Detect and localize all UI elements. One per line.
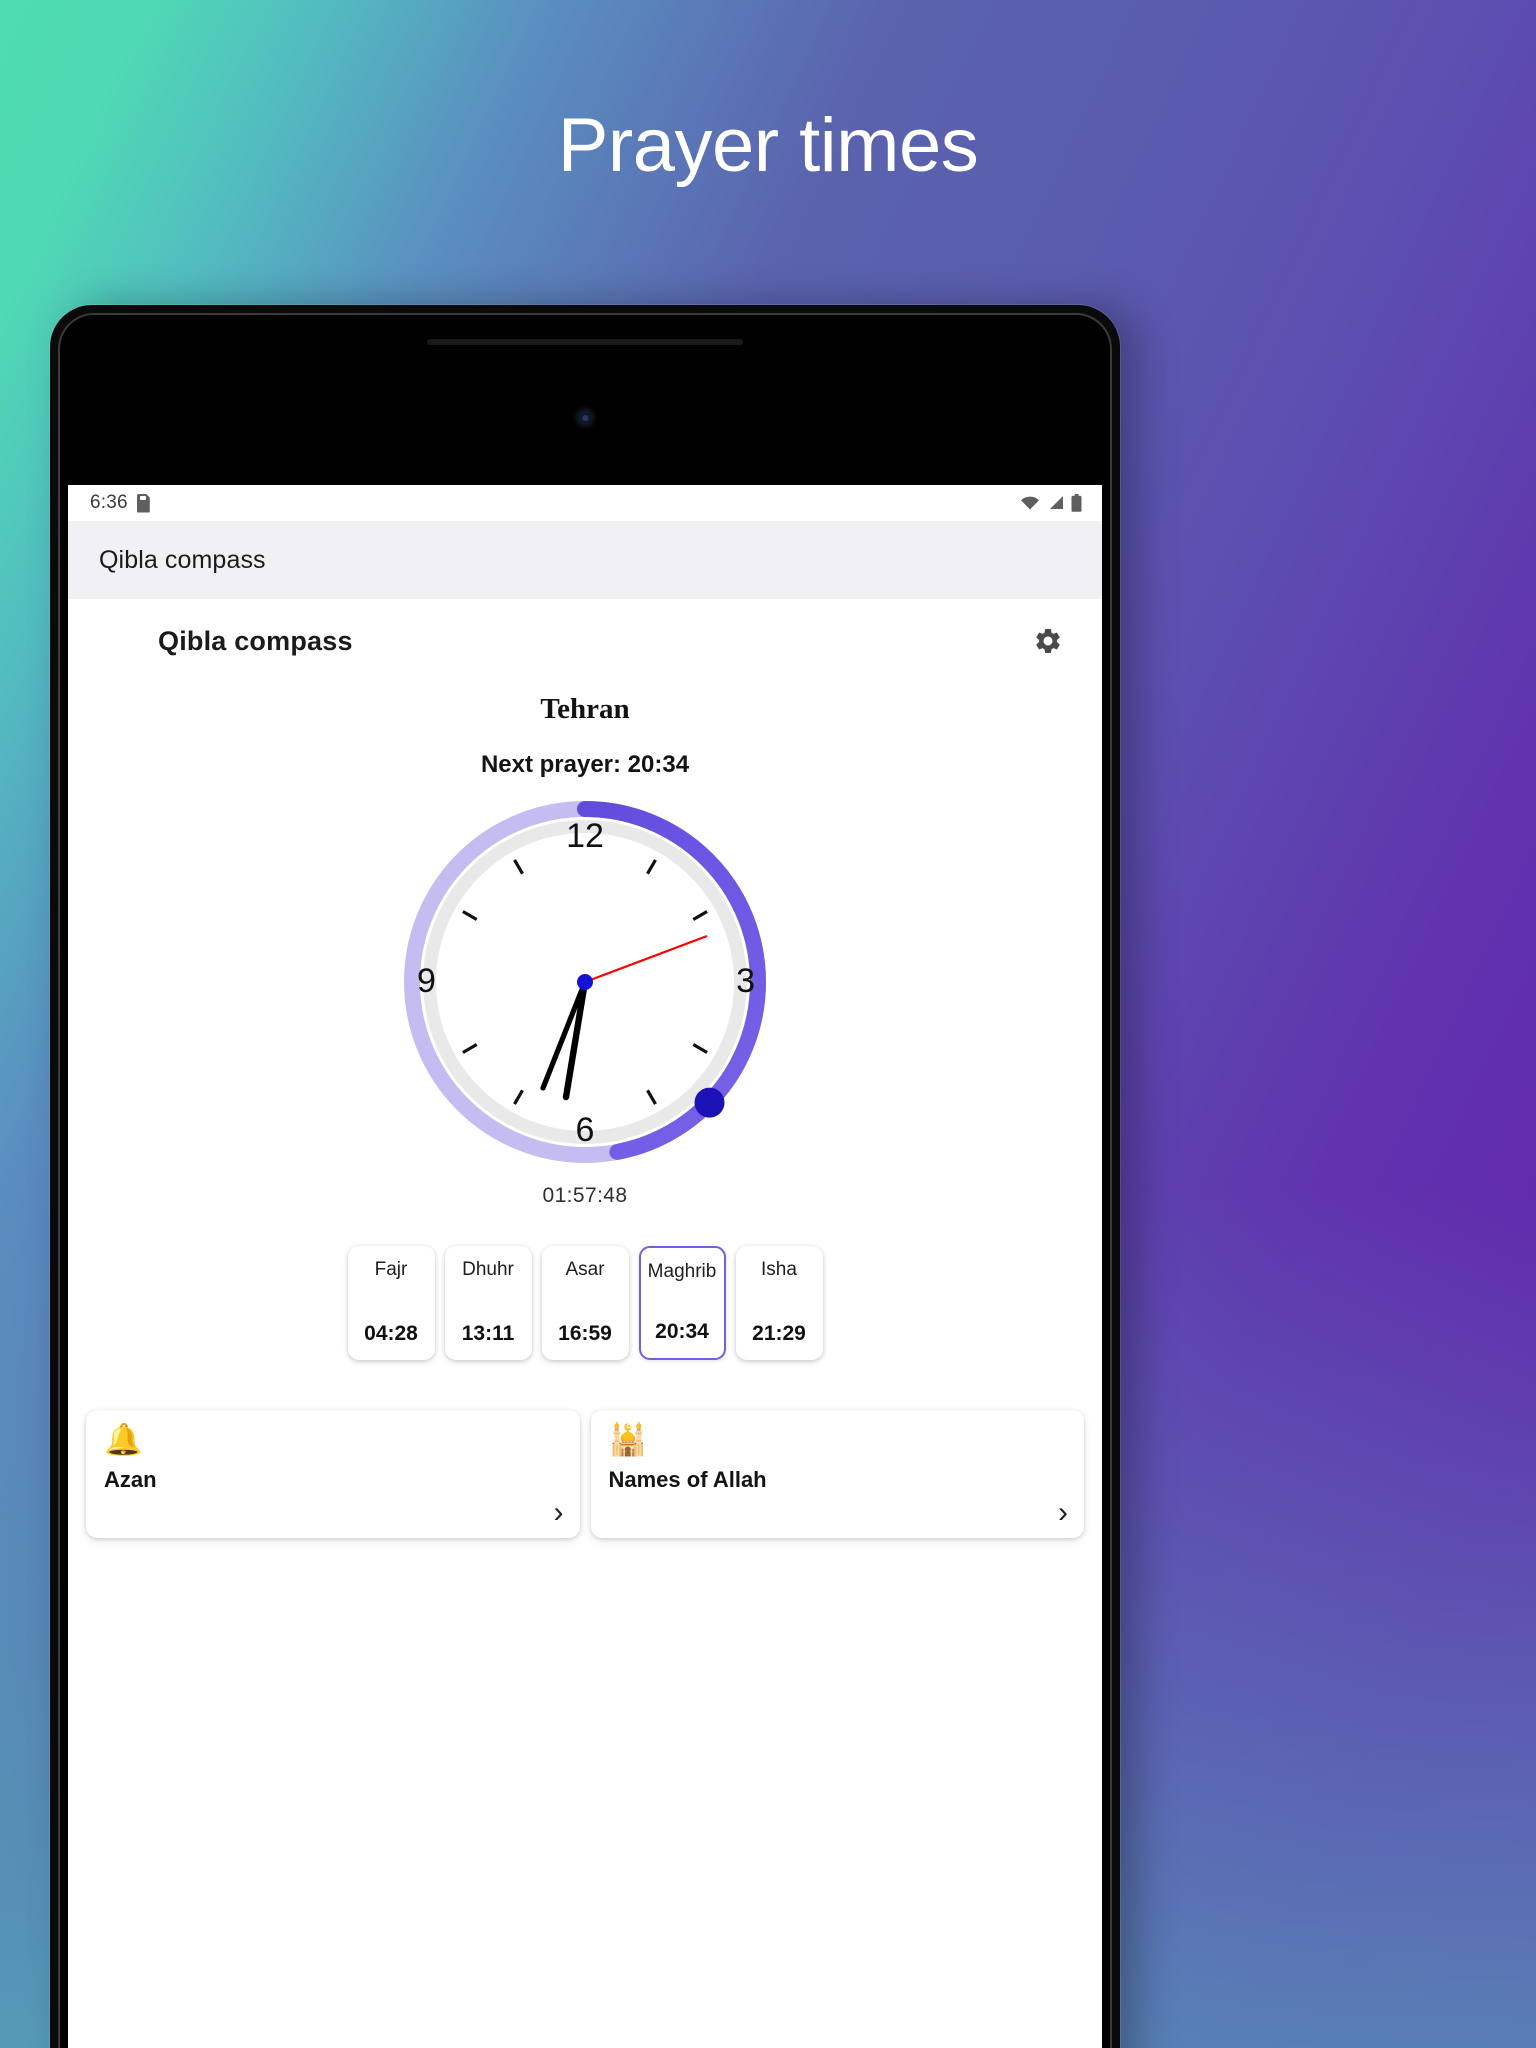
- battery-icon: [1071, 494, 1082, 512]
- countdown-timer: 01:57:48: [542, 1184, 628, 1207]
- prayer-card-maghrib[interactable]: Maghrib 20:34: [638, 1246, 726, 1360]
- prayer-card-isha[interactable]: Isha 21:29: [735, 1246, 823, 1360]
- prayer-name: Asar: [565, 1259, 605, 1280]
- sd-card-icon: [137, 494, 150, 513]
- prayer-time: 16:59: [558, 1322, 612, 1345]
- clock-container: 12 3 6 9: [68, 792, 1102, 1172]
- chevron-right-icon: ›: [553, 1496, 564, 1529]
- prayer-time: 13:11: [461, 1322, 515, 1345]
- device-speaker: [427, 339, 743, 345]
- wifi-icon: [1021, 496, 1039, 510]
- prayer-name: Maghrib: [647, 1261, 717, 1282]
- status-bar: 6:36: [68, 485, 1102, 521]
- cellular-signal-icon: [1050, 496, 1063, 509]
- prayer-times-row: Fajr 04:28 Dhuhr 13:11 Asar 16:59 Maghri…: [68, 1246, 1102, 1360]
- promo-title: Prayer times: [557, 103, 979, 188]
- bell-icon: 🔔: [104, 1422, 143, 1457]
- app-screen: 6:36 Qibla compass Qibla compass Tehran …: [68, 485, 1102, 2048]
- prayer-time: 20:34: [655, 1320, 709, 1343]
- status-bar-left: 6:36: [90, 492, 150, 514]
- settings-button[interactable]: [1030, 623, 1066, 659]
- prayer-name: Isha: [761, 1259, 797, 1280]
- page-header: Qibla compass: [68, 599, 1102, 659]
- app-bar: Qibla compass: [68, 521, 1102, 599]
- prayer-card-dhuhr[interactable]: Dhuhr 13:11: [444, 1246, 532, 1360]
- prayer-time: 04:28: [364, 1322, 418, 1345]
- status-bar-clock: 6:36: [90, 492, 128, 513]
- prayer-name: Fajr: [374, 1259, 408, 1280]
- shortcut-row: 🔔 Azan › 🕌 Names of Allah ›: [68, 1410, 1102, 1538]
- front-camera-icon: [578, 411, 592, 424]
- tablet-device-mockup: 6:36 Qibla compass Qibla compass Tehran …: [50, 305, 1120, 2048]
- shortcut-card-azan[interactable]: 🔔 Azan ›: [86, 1410, 580, 1538]
- shortcut-label: Names of Allah: [608, 1467, 767, 1492]
- device-bezel: 6:36 Qibla compass Qibla compass Tehran …: [58, 313, 1112, 2048]
- clock-numeral-6: 6: [575, 1111, 595, 1149]
- gear-icon: [1036, 628, 1060, 653]
- mosque-icon: 🕌: [608, 1422, 648, 1457]
- next-prayer-label: Next prayer: 20:34: [480, 751, 690, 778]
- prayer-card-fajr[interactable]: Fajr 04:28: [347, 1246, 435, 1360]
- status-bar-right: [1020, 494, 1082, 512]
- page-title: Qibla compass: [158, 625, 353, 656]
- clock-numeral-9: 9: [417, 962, 436, 1000]
- shortcut-label: Azan: [104, 1467, 157, 1492]
- prayer-card-asar[interactable]: Asar 16:59: [541, 1246, 629, 1360]
- prayer-time: 21:29: [752, 1322, 806, 1345]
- chevron-right-icon: ›: [1058, 1496, 1068, 1529]
- clock-numeral-12: 12: [566, 817, 604, 855]
- analog-clock[interactable]: 12 3 6 9: [395, 792, 775, 1172]
- city-name: Tehran: [540, 693, 630, 725]
- app-bar-title: Qibla compass: [99, 545, 266, 574]
- app-content: Qibla compass Tehran Next prayer: 20:34: [68, 599, 1102, 2048]
- prayer-name: Dhuhr: [462, 1259, 514, 1280]
- clock-numeral-3: 3: [736, 962, 755, 1000]
- shortcut-card-names-of-allah[interactable]: 🕌 Names of Allah ›: [590, 1410, 1084, 1538]
